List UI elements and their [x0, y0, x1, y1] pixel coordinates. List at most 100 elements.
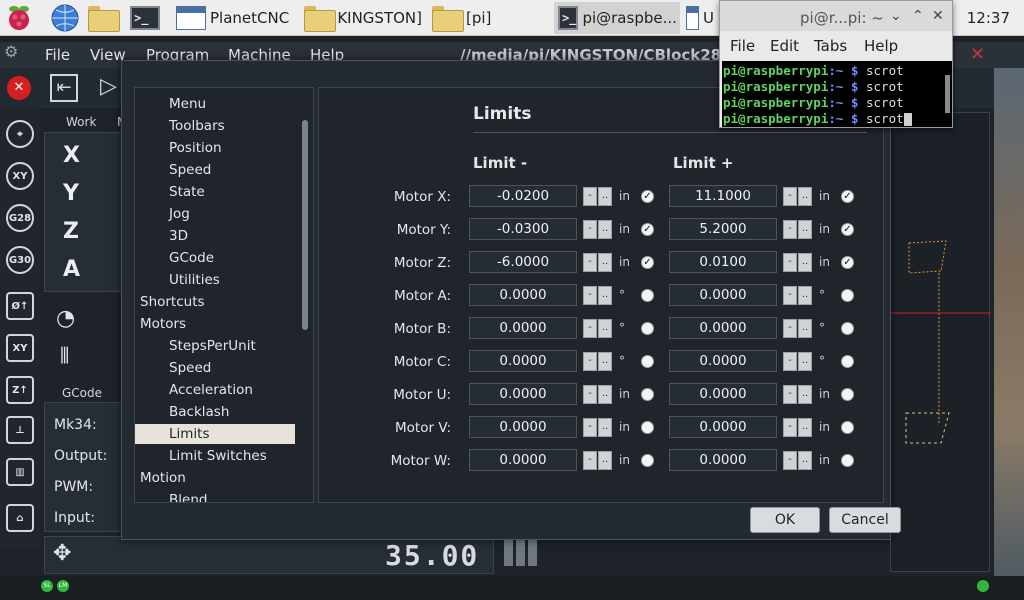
tree-item[interactable]: State	[135, 182, 295, 202]
file-manager-icon[interactable]	[88, 6, 120, 36]
more-button[interactable]: ..	[798, 187, 812, 206]
taskbar-button-window[interactable]: U	[682, 2, 718, 34]
tree-item[interactable]: Limits	[135, 424, 295, 444]
limit-minus-enable-checkbox[interactable]: ✓	[641, 256, 654, 269]
limit-plus-input[interactable]: 0.0000	[669, 317, 777, 339]
z-probe-icon[interactable]: Z↑	[6, 376, 34, 404]
tree-item[interactable]: Backlash	[135, 402, 295, 422]
limit-minus-stepper[interactable]: -..	[583, 220, 613, 239]
limit-plus-input[interactable]: 0.0000	[669, 416, 777, 438]
decrement-button[interactable]: -	[783, 319, 797, 338]
xy-target-icon[interactable]: XY	[6, 162, 34, 190]
app-close-icon[interactable]: ✕	[970, 44, 985, 65]
limit-minus-input[interactable]: -0.0200	[469, 185, 577, 207]
limit-minus-stepper[interactable]: -..	[583, 253, 613, 272]
limit-minus-input[interactable]: -6.0000	[469, 251, 577, 273]
minimize-icon[interactable]: ⌄	[890, 8, 902, 24]
limit-plus-enable-checkbox[interactable]	[841, 454, 854, 467]
tree-item[interactable]: Toolbars	[135, 116, 295, 136]
decrement-button[interactable]: -	[583, 220, 597, 239]
terminal-output[interactable]: pi@raspberrypi:~ $ scrot pi@raspberrypi:…	[722, 61, 952, 127]
limit-minus-input[interactable]: 0.0000	[469, 350, 577, 372]
limit-plus-stepper[interactable]: -..	[783, 187, 813, 206]
decrement-button[interactable]: -	[583, 385, 597, 404]
limit-plus-enable-checkbox[interactable]	[841, 421, 854, 434]
limit-plus-stepper[interactable]: -..	[783, 286, 813, 305]
limit-plus-stepper[interactable]: -..	[783, 319, 813, 338]
ok-button[interactable]: OK	[750, 507, 820, 533]
decrement-button[interactable]: -	[583, 286, 597, 305]
limit-plus-enable-checkbox[interactable]	[841, 388, 854, 401]
tab-gcode[interactable]: GCode	[62, 386, 102, 400]
decrement-button[interactable]: -	[783, 418, 797, 437]
limit-minus-enable-checkbox[interactable]	[641, 289, 654, 302]
terminal-menu-edit[interactable]: Edit	[770, 37, 799, 55]
limit-plus-enable-checkbox[interactable]	[841, 355, 854, 368]
tree-item[interactable]: 3D	[135, 226, 295, 246]
tree-item[interactable]: GCode	[135, 248, 295, 268]
limit-plus-stepper[interactable]: -..	[783, 385, 813, 404]
menu-file[interactable]: File	[45, 46, 70, 64]
tree-item[interactable]: Jog	[135, 204, 295, 224]
more-button[interactable]: ..	[798, 286, 812, 305]
tree-item[interactable]: Blend	[135, 490, 295, 502]
decrement-button[interactable]: -	[783, 352, 797, 371]
limit-plus-input[interactable]: 0.0000	[669, 350, 777, 372]
cancel-button[interactable]: Cancel	[829, 507, 901, 533]
tree-item[interactable]: Limit Switches	[135, 446, 295, 466]
axis-a[interactable]: A	[63, 257, 80, 282]
target-icon[interactable]: ⌖	[6, 120, 34, 148]
more-button[interactable]: ..	[598, 253, 612, 272]
limit-minus-stepper[interactable]: -..	[583, 418, 613, 437]
move-icon[interactable]: ✥	[53, 541, 71, 566]
limit-minus-stepper[interactable]: -..	[583, 286, 613, 305]
more-button[interactable]: ..	[798, 253, 812, 272]
limit-plus-input[interactable]: 0.0000	[669, 449, 777, 471]
limit-minus-enable-checkbox[interactable]: ✓	[641, 190, 654, 203]
maximize-icon[interactable]: ⌃	[912, 8, 924, 24]
more-button[interactable]: ..	[798, 319, 812, 338]
tool-length-icon[interactable]: ▥	[6, 458, 34, 486]
tree-item[interactable]: Utilities	[135, 270, 295, 290]
close-icon[interactable]: ✕	[932, 8, 944, 24]
limit-minus-enable-checkbox[interactable]	[641, 421, 654, 434]
clock[interactable]: 12:37	[967, 9, 1010, 27]
decrement-button[interactable]: -	[783, 220, 797, 239]
taskbar-button-terminal[interactable]: >_ pi@raspbe...	[554, 2, 680, 34]
toolpath-view[interactable]	[890, 112, 991, 572]
limit-minus-input[interactable]: -0.0300	[469, 218, 577, 240]
limit-minus-stepper[interactable]: -..	[583, 385, 613, 404]
more-button[interactable]: ..	[598, 451, 612, 470]
terminal-scrollbar[interactable]	[945, 75, 950, 113]
taskbar-button-kingston[interactable]: [KINGSTON]	[300, 2, 426, 34]
globe-icon[interactable]	[50, 3, 80, 33]
decrement-button[interactable]: -	[583, 451, 597, 470]
decrement-button[interactable]: -	[783, 385, 797, 404]
tab-work[interactable]: Work	[66, 115, 96, 129]
taskbar-button-pi[interactable]: [pi]	[428, 2, 554, 34]
tree-item[interactable]: Acceleration	[135, 380, 295, 400]
limit-plus-stepper[interactable]: -..	[783, 253, 813, 272]
terminal-menu-tabs[interactable]: Tabs	[814, 37, 847, 55]
limit-plus-enable-checkbox[interactable]	[841, 289, 854, 302]
decrement-button[interactable]: -	[583, 418, 597, 437]
home-icon[interactable]: ⌂	[6, 504, 34, 532]
tree-scrollbar[interactable]	[302, 120, 308, 330]
g28-icon[interactable]: G28	[6, 204, 34, 232]
raspberry-menu-icon[interactable]	[4, 3, 34, 33]
taskbar-button-planetcnc[interactable]: PlanetCNC	[172, 2, 298, 34]
more-button[interactable]: ..	[598, 418, 612, 437]
limit-minus-input[interactable]: 0.0000	[469, 284, 577, 306]
limit-minus-input[interactable]: 0.0000	[469, 317, 577, 339]
axis-x[interactable]: X	[63, 143, 80, 168]
decrement-button[interactable]: -	[783, 451, 797, 470]
limit-plus-input[interactable]: 0.0000	[669, 383, 777, 405]
more-button[interactable]: ..	[798, 451, 812, 470]
tree-item[interactable]: Motion	[135, 468, 295, 488]
limit-minus-enable-checkbox[interactable]	[641, 355, 654, 368]
more-button[interactable]: ..	[598, 286, 612, 305]
more-button[interactable]: ..	[798, 418, 812, 437]
g30-icon[interactable]: G30	[6, 246, 34, 274]
tree-item[interactable]: StepsPerUnit	[135, 336, 295, 356]
more-button[interactable]: ..	[798, 352, 812, 371]
